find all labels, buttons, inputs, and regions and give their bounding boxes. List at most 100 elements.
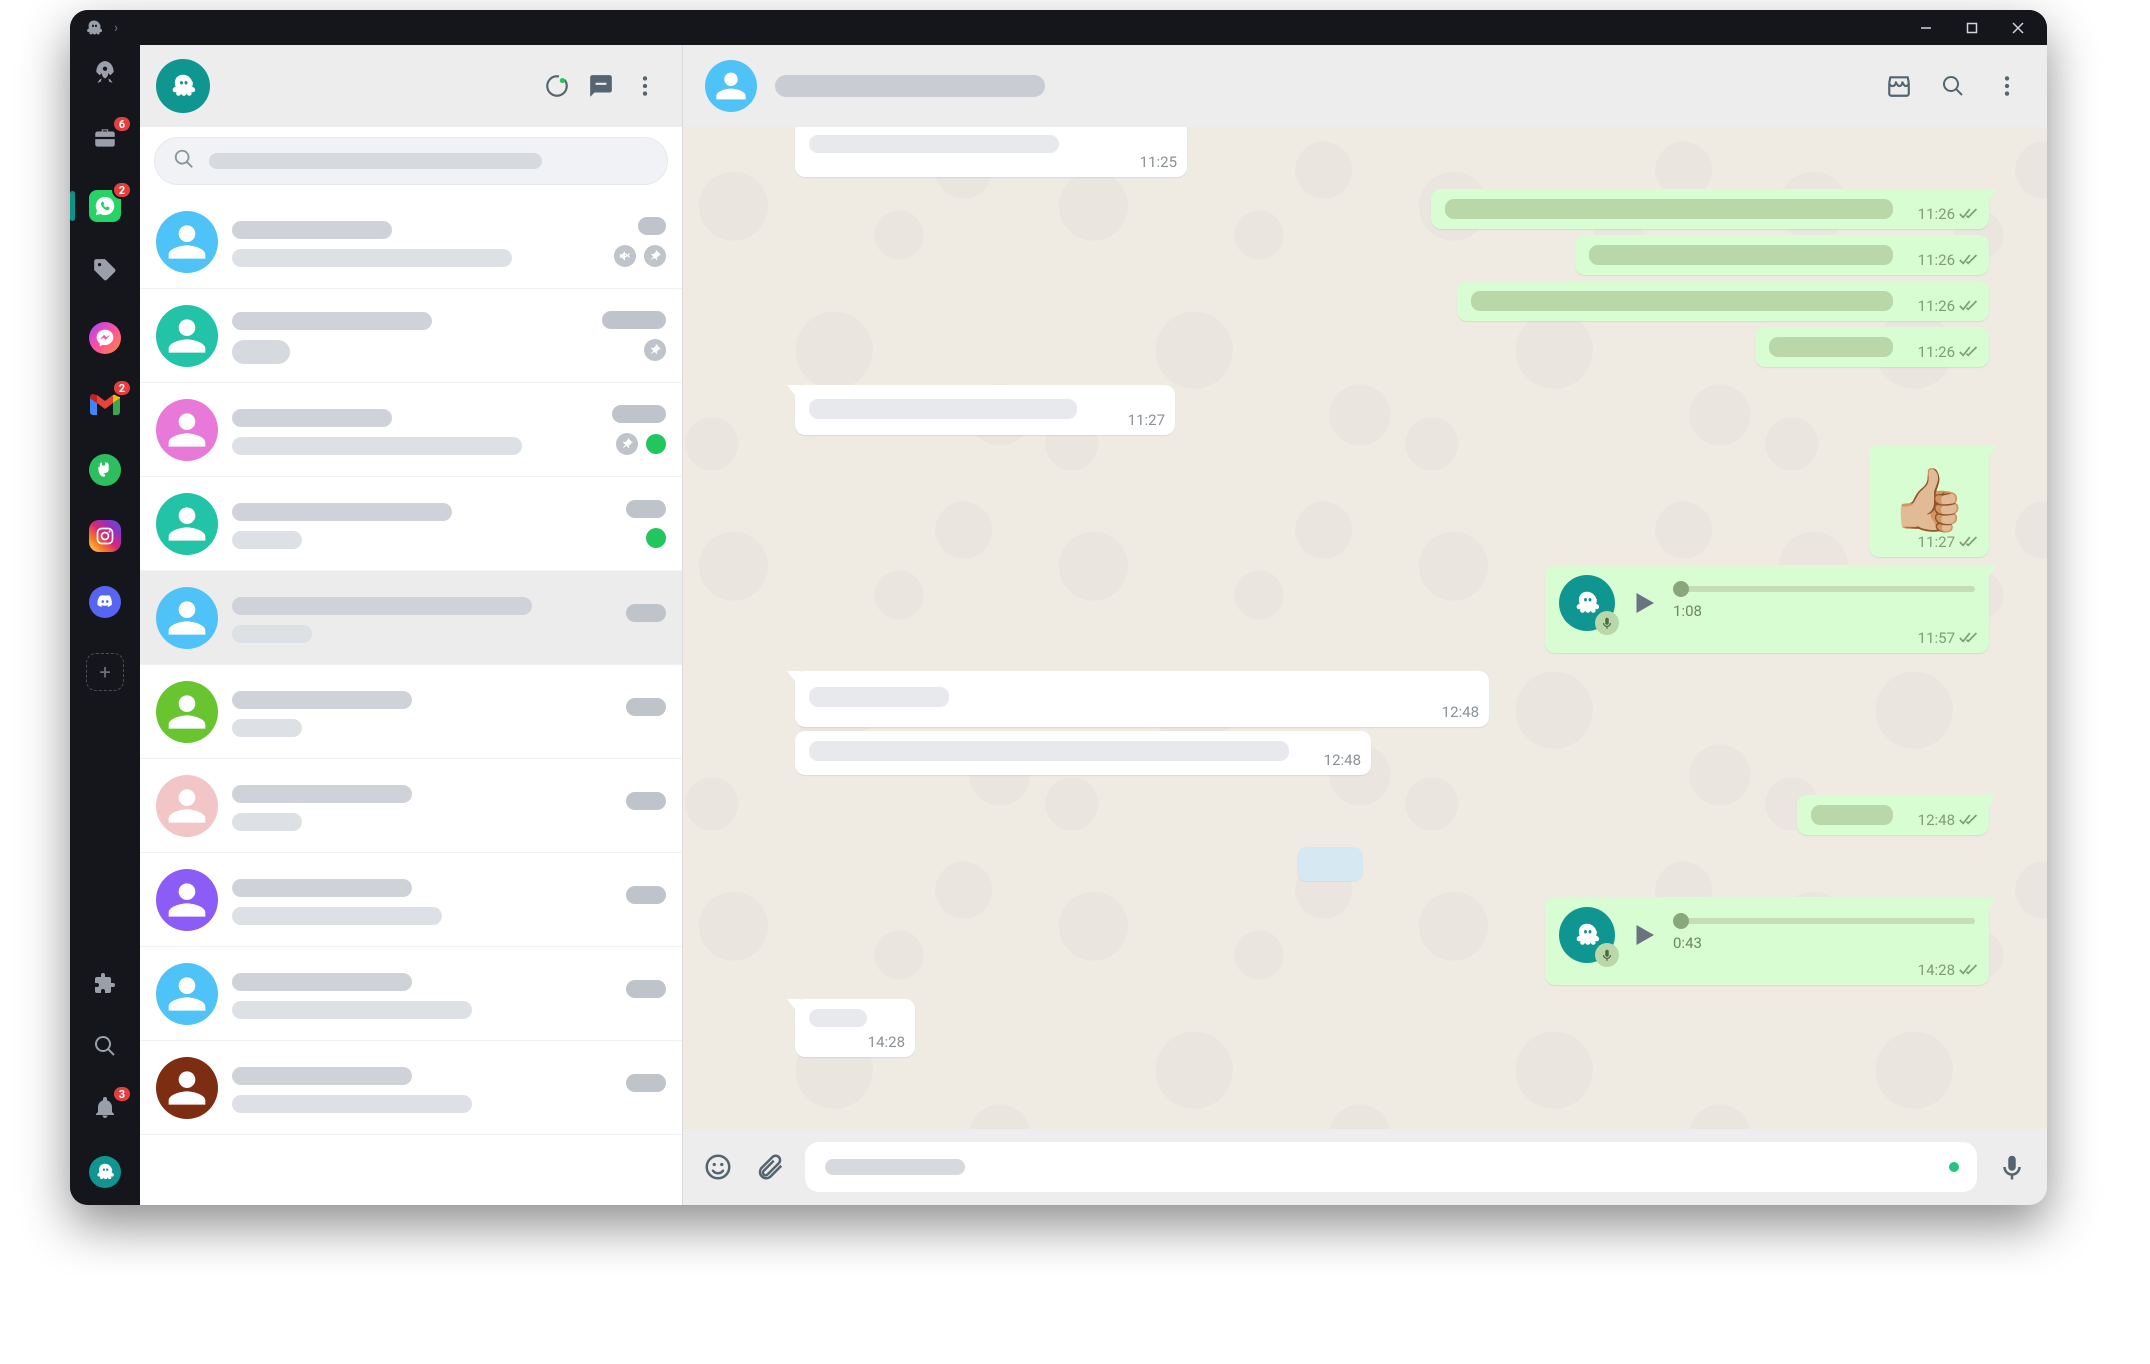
message-time: 14:28 (868, 1033, 905, 1051)
conversation-search-button[interactable] (1935, 68, 1971, 104)
chat-item[interactable] (140, 1041, 682, 1135)
pin-icon (644, 339, 666, 361)
chat-item[interactable] (140, 947, 682, 1041)
new-chat-button[interactable] (584, 69, 618, 103)
rail-search[interactable] (84, 1027, 126, 1069)
voice-track[interactable] (1673, 918, 1975, 924)
attach-button[interactable] (753, 1150, 787, 1184)
chat-item[interactable] (140, 289, 682, 383)
chat-item[interactable] (140, 383, 682, 477)
message-out[interactable]: 11:26 (1431, 189, 1989, 229)
message-in[interactable]: 14:28 (795, 999, 915, 1057)
message-time: 14:28 (1918, 961, 1955, 979)
message-time: 11:57 (1918, 629, 1955, 647)
date-separator (1297, 847, 1363, 881)
chat-time (626, 604, 666, 622)
puzzle-icon (93, 972, 117, 1000)
chat-avatar (156, 305, 218, 367)
rail-item-evernote[interactable] (84, 449, 126, 491)
conversation-avatar[interactable] (705, 60, 757, 112)
chat-item[interactable] (140, 195, 682, 289)
chat-list-header (140, 45, 682, 127)
voice-message-out[interactable]: 1:08 11:57 (1545, 565, 1989, 653)
message-time: 11:27 (1918, 533, 1955, 551)
chat-search-input[interactable] (154, 137, 668, 185)
chat-time (626, 500, 666, 518)
rail-item-gmail[interactable]: 2 (84, 383, 126, 425)
message-in[interactable]: 11:27 (795, 385, 1175, 435)
rail-item-tags[interactable] (84, 251, 126, 293)
voice-play-button[interactable] (1629, 588, 1659, 618)
search-icon (93, 1034, 117, 1062)
chat-avatar (156, 963, 218, 1025)
voice-play-button[interactable] (1629, 920, 1659, 950)
composer (683, 1129, 2047, 1205)
message-out-emoji[interactable]: 👍🏼 11:27 (1869, 445, 1989, 557)
chat-avatar (156, 587, 218, 649)
conversation-header (683, 45, 2047, 127)
my-avatar[interactable] (156, 59, 210, 113)
message-input[interactable] (805, 1142, 1977, 1192)
voice-duration: 1:08 (1673, 602, 1975, 620)
rail-account[interactable] (84, 1151, 126, 1193)
rail-item-briefcase[interactable]: 6 (84, 119, 126, 161)
message-in[interactable]: 11:25 (795, 127, 1187, 177)
chat-avatar (156, 775, 218, 837)
rail-item-messenger[interactable] (84, 317, 126, 359)
rail-badge: 2 (112, 379, 132, 397)
chat-item[interactable] (140, 759, 682, 853)
conversation-body[interactable]: 11:25 11:26 11:26 11:26 (683, 127, 2047, 1129)
voice-track[interactable] (1673, 586, 1975, 592)
conversation-title[interactable] (775, 75, 1045, 97)
app-window: › 6 2 2 (70, 10, 2047, 1205)
chat-avatar (156, 681, 218, 743)
rail-notifications[interactable]: 3 (84, 1089, 126, 1131)
chat-list[interactable] (140, 195, 682, 1205)
whatsapp-pane: 11:25 11:26 11:26 11:26 (140, 45, 2047, 1205)
chat-item[interactable] (140, 853, 682, 947)
conversation-panel: 11:25 11:26 11:26 11:26 (683, 45, 2047, 1205)
emoji-button[interactable] (701, 1150, 735, 1184)
status-button[interactable] (540, 69, 574, 103)
rail-item-instagram[interactable] (84, 515, 126, 557)
window-minimize-button[interactable] (1903, 10, 1949, 45)
rail-item-rocket[interactable] (84, 53, 126, 95)
voice-message-out[interactable]: 0:43 14:28 (1545, 897, 1989, 985)
message-time: 12:48 (1442, 703, 1479, 721)
message-time: 12:48 (1324, 751, 1361, 769)
message-out[interactable]: 11:26 (1457, 281, 1989, 321)
message-out[interactable]: 11:26 (1755, 327, 1989, 367)
chat-list-menu-button[interactable] (628, 69, 662, 103)
add-service-button[interactable]: + (84, 651, 126, 693)
message-out[interactable]: 11:26 (1575, 235, 1989, 275)
evernote-icon (89, 454, 121, 486)
store-button[interactable] (1881, 68, 1917, 104)
message-in[interactable]: 12:48 (795, 671, 1489, 727)
conversation-menu-button[interactable] (1989, 68, 2025, 104)
chat-avatar (156, 869, 218, 931)
rail-item-discord[interactable] (84, 581, 126, 623)
chat-list-panel (140, 45, 683, 1205)
chat-avatar (156, 211, 218, 273)
chat-time (638, 217, 666, 235)
tag-icon (92, 257, 118, 287)
online-dot (646, 528, 666, 548)
window-close-button[interactable] (1995, 10, 2041, 45)
chat-item[interactable] (140, 571, 682, 665)
message-time: 11:27 (1128, 411, 1165, 429)
chat-time (626, 980, 666, 998)
chat-time (626, 1074, 666, 1092)
rail-item-whatsapp[interactable]: 2 (84, 185, 126, 227)
rail-extensions[interactable] (84, 965, 126, 1007)
window-maximize-button[interactable] (1949, 10, 1995, 45)
pin-icon (644, 245, 666, 267)
message-in[interactable]: 12:48 (795, 731, 1371, 775)
app-logo-icon (84, 18, 104, 38)
chat-item[interactable] (140, 665, 682, 759)
chat-item[interactable] (140, 477, 682, 571)
chat-avatar (156, 399, 218, 461)
message-time: 11:26 (1918, 251, 1955, 269)
voice-record-button[interactable] (1995, 1150, 2029, 1184)
message-time: 12:48 (1918, 811, 1955, 829)
message-out[interactable]: 12:48 (1797, 795, 1989, 835)
